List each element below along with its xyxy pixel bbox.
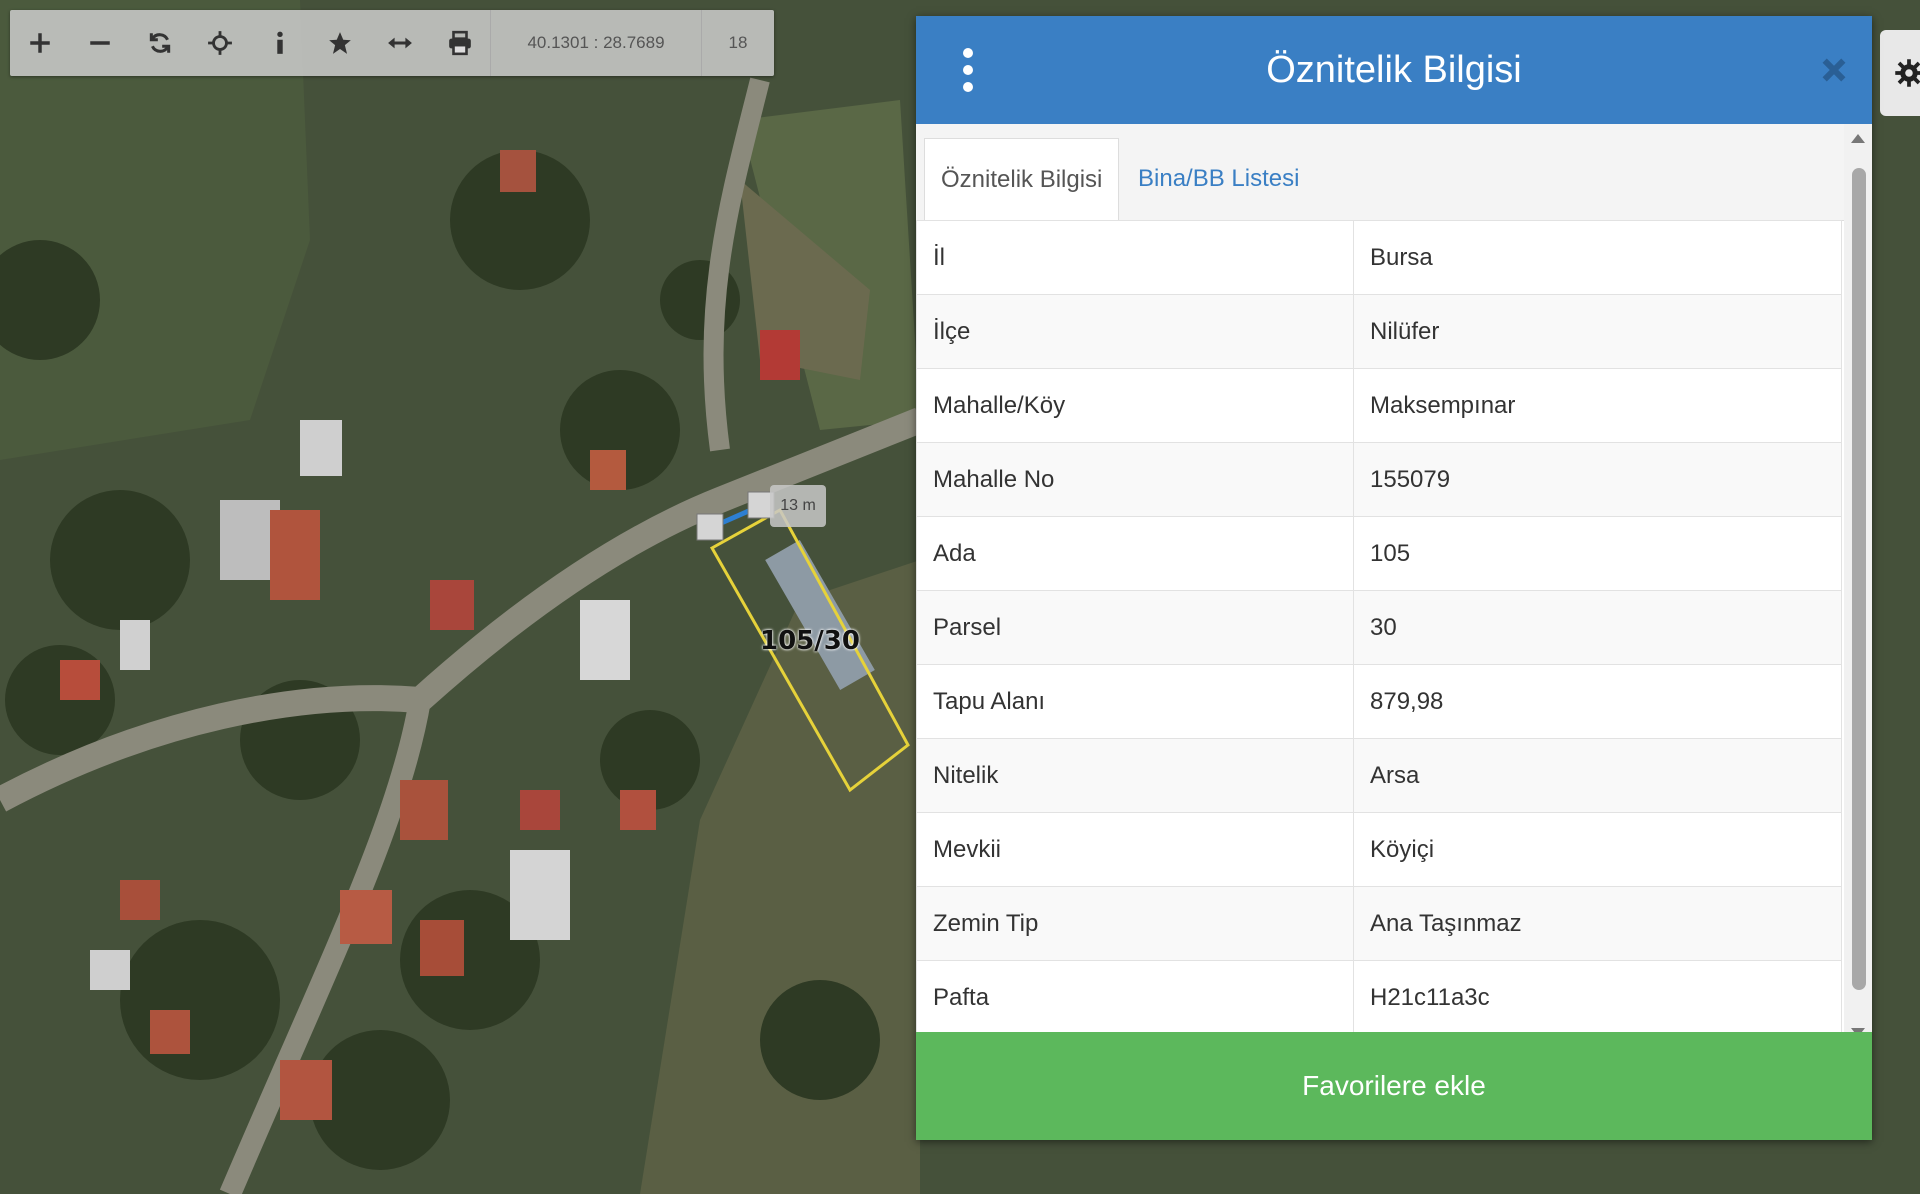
tab-building-list[interactable]: Bina/BB Listesi (1122, 138, 1315, 220)
attribute-key: Mahalle/Köy (916, 368, 1354, 443)
zoom-level-readout: 18 (701, 10, 774, 76)
attribute-value: Maksempınar (1353, 368, 1842, 443)
attribute-value: Nilüfer (1353, 294, 1842, 369)
attribute-key: Mahalle No (916, 442, 1354, 517)
attribute-table-wrapper: İl Bursa İlçe Nilüfer Mahalle/Köy Maksempınar… (916, 220, 1842, 1047)
horizontal-arrows-icon (388, 37, 412, 49)
refresh-button[interactable] (130, 10, 190, 76)
attribute-key: İlçe (916, 294, 1354, 369)
favorite-button[interactable] (310, 10, 370, 76)
attribute-value: Arsa (1353, 738, 1842, 813)
table-row: Nitelik Arsa (916, 738, 1842, 813)
zoom-in-button[interactable] (10, 10, 70, 76)
minus-icon (90, 41, 110, 45)
attribute-key: Zemin Tip (916, 886, 1354, 961)
attribute-value: 155079 (1353, 442, 1842, 517)
panel-title: Öznitelik Bilgisi (1266, 49, 1522, 91)
attribute-value: Ana Taşınmaz (1353, 886, 1842, 961)
panel-header: Öznitelik Bilgisi (916, 16, 1872, 124)
table-row: Tapu Alanı 879,98 (916, 664, 1842, 739)
table-row: Ada 105 (916, 516, 1842, 591)
close-icon[interactable] (1818, 54, 1850, 86)
info-icon (277, 31, 283, 54)
attribute-value: 30 (1353, 590, 1842, 665)
zoom-out-button[interactable] (70, 10, 130, 76)
panel-tabs: Öznitelik Bilgisi Bina/BB Listesi (916, 124, 1872, 221)
plus-icon (30, 33, 50, 53)
tab-attribute-info[interactable]: Öznitelik Bilgisi (924, 138, 1120, 220)
table-row: Mevkii Köyiçi (916, 812, 1842, 887)
refresh-icon (149, 33, 171, 53)
print-button[interactable] (430, 10, 490, 76)
attribute-value: 105 (1353, 516, 1842, 591)
scrollbar[interactable] (1844, 124, 1872, 1047)
table-row: İlçe Nilüfer (916, 294, 1842, 369)
attribute-key: Mevkii (916, 812, 1354, 887)
coordinate-readout: 40.1301 : 28.7689 (490, 10, 701, 76)
measure-button[interactable] (370, 10, 430, 76)
attribute-key: İl (916, 220, 1354, 295)
scrollbar-thumb[interactable] (1852, 168, 1866, 990)
table-row: İl Bursa (916, 220, 1842, 295)
gear-icon (1895, 59, 1920, 87)
attribute-value: Bursa (1353, 220, 1842, 295)
crosshair-icon (208, 31, 232, 55)
table-row: Pafta H21c11a3c (916, 960, 1842, 1035)
attribute-panel: Öznitelik Bilgisi Öznitelik Bilgisi Bina… (916, 16, 1872, 1140)
table-row: Mahalle/Köy Maksempınar (916, 368, 1842, 443)
parcel-label: 105/30 (760, 626, 860, 656)
attribute-key: Pafta (916, 960, 1354, 1035)
settings-button[interactable] (1880, 30, 1920, 116)
table-row: Zemin Tip Ana Taşınmaz (916, 886, 1842, 961)
attribute-key: Tapu Alanı (916, 664, 1354, 739)
measure-label: 13 m (770, 485, 826, 527)
scroll-up-arrow-icon[interactable] (1844, 124, 1872, 152)
table-row: Mahalle No 155079 (916, 442, 1842, 517)
attribute-table: İl Bursa İlçe Nilüfer Mahalle/Köy Maksempınar… (916, 220, 1842, 1035)
measure-handle[interactable] (696, 513, 724, 541)
attribute-value: 879,98 (1353, 664, 1842, 739)
add-to-favorites-button[interactable]: Favorilere ekle (916, 1032, 1872, 1140)
attribute-key: Parsel (916, 590, 1354, 665)
info-button[interactable] (250, 10, 310, 76)
attribute-value: Köyiçi (1353, 812, 1842, 887)
table-row: Parsel 30 (916, 590, 1842, 665)
attribute-key: Nitelik (916, 738, 1354, 813)
attribute-key: Ada (916, 516, 1354, 591)
printer-icon (449, 30, 471, 56)
map-toolbar: 40.1301 : 28.7689 18 (10, 10, 774, 76)
star-icon (329, 32, 351, 54)
attribute-value: H21c11a3c (1353, 960, 1842, 1035)
locate-button[interactable] (190, 10, 250, 76)
